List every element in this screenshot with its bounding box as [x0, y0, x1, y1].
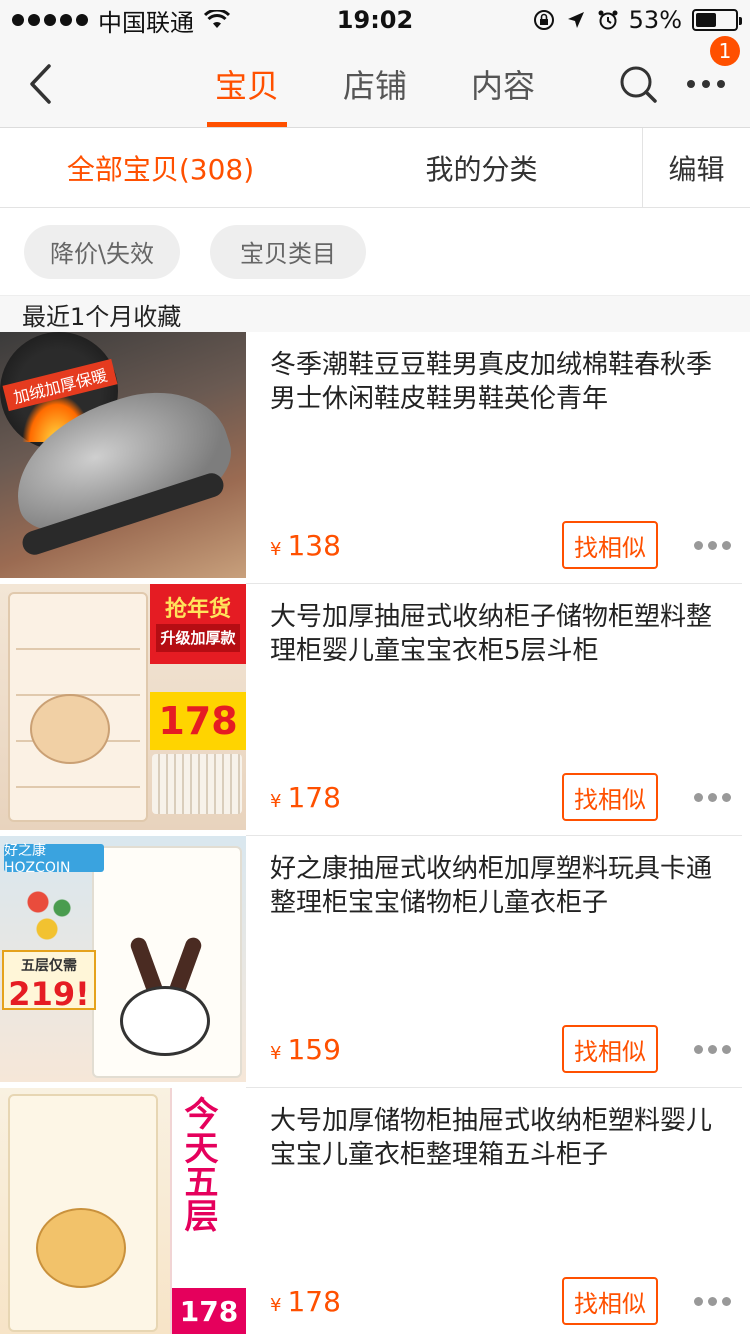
dot-icon [693, 540, 703, 550]
more-menu-button[interactable]: 1 [684, 35, 740, 106]
edit-button[interactable]: 编辑 [642, 128, 750, 207]
more-options-button[interactable] [682, 1044, 742, 1054]
product-title[interactable]: 好之康抽屉式收纳柜加厚塑料玩具卡通整理柜宝宝储物柜儿童衣柜子 [270, 852, 712, 922]
more-dots-icon [687, 79, 725, 88]
nav-bar: 宝贝 店铺 内容 1 [0, 35, 750, 128]
dot-icon [707, 1044, 717, 1054]
currency-symbol: ¥ [270, 1042, 282, 1064]
flowers-illustration [20, 884, 80, 944]
more-options-button[interactable] [682, 792, 742, 802]
find-similar-button[interactable]: 找相似 [562, 773, 658, 821]
back-button[interactable] [0, 40, 80, 127]
filter-bar: 降价\失效 宝贝类目 [0, 208, 750, 296]
product-image[interactable]: 加绒加厚保暖 [0, 332, 246, 578]
dot-icon [721, 540, 731, 550]
find-similar-button[interactable]: 找相似 [562, 1277, 658, 1325]
back-chevron-icon [30, 63, 51, 104]
promo-text: 219! [8, 975, 90, 1013]
promo-subtext: 升级加厚款 [156, 624, 240, 652]
dot-icon [721, 1044, 731, 1054]
carrier-name: 中国联通 [98, 8, 194, 37]
signal-strength-icon [12, 14, 88, 26]
status-bar: 中国联通 19:02 53% [0, 0, 750, 40]
promo-badge: 抢年货 升级加厚款 [150, 584, 246, 664]
bear-illustration [36, 1208, 126, 1288]
wifi-icon [204, 10, 230, 28]
promo-price-tag: 178 [150, 692, 246, 750]
dot-icon [707, 540, 717, 550]
dot-icon [721, 792, 731, 802]
search-icon [620, 66, 657, 103]
promo-text: 抢年货 [164, 597, 231, 622]
dot-icon [693, 1044, 703, 1054]
product-item[interactable]: 抢年货 升级加厚款 178 大号加厚抽屉式收纳柜子储物柜塑料整理柜婴儿童宝宝衣柜… [0, 584, 750, 836]
notification-badge: 1 [710, 35, 740, 66]
sub-tab-all-items[interactable]: 全部宝贝(308) [0, 128, 321, 207]
dot-icon [721, 1296, 731, 1306]
product-price: 159 [287, 1032, 341, 1066]
dot-icon [693, 792, 703, 802]
product-image[interactable]: 好之康 HOZCOIN 五层仅需 219! [0, 836, 246, 1082]
alarm-icon [598, 10, 618, 30]
rotation-lock-icon [533, 10, 554, 30]
product-title[interactable]: 冬季潮鞋豆豆鞋男真皮加绒棉鞋春秋季男士休闲鞋皮鞋男鞋英伦青年 [270, 348, 712, 418]
tab-content[interactable]: 内容 [463, 40, 543, 127]
currency-symbol: ¥ [270, 1294, 282, 1316]
product-price: 178 [287, 1284, 341, 1318]
more-options-button[interactable] [682, 540, 742, 550]
battery-icon [692, 9, 742, 31]
find-similar-button[interactable]: 找相似 [562, 521, 658, 569]
location-arrow-icon [567, 12, 584, 28]
more-options-button[interactable] [682, 1296, 742, 1306]
battery-percent: 53% [628, 6, 682, 34]
bear-illustration [30, 694, 110, 764]
section-title: 最近1个月收藏 [0, 296, 750, 332]
sub-tab-my-categories[interactable]: 我的分类 [321, 128, 642, 207]
dot-icon [693, 1296, 703, 1306]
search-button[interactable] [616, 62, 660, 106]
basket-shape [152, 754, 242, 814]
promo-banner: 今天五层 178 [170, 1088, 246, 1334]
filter-price-drop-invalid[interactable]: 降价\失效 [24, 224, 180, 279]
product-price: 178 [287, 780, 341, 814]
currency-symbol: ¥ [270, 538, 282, 560]
tab-items[interactable]: 宝贝 [206, 40, 287, 127]
dot-icon [707, 792, 717, 802]
product-item[interactable]: 好之康 HOZCOIN 五层仅需 219! 好之康抽屉式收纳柜加厚塑料玩具卡通整… [0, 836, 750, 1088]
find-similar-button[interactable]: 找相似 [562, 1025, 658, 1073]
promo-price-tag: 五层仅需 219! [2, 950, 96, 1010]
product-image[interactable]: 抢年货 升级加厚款 178 [0, 584, 246, 830]
dot-icon [707, 1296, 717, 1306]
currency-symbol: ¥ [270, 790, 282, 812]
product-image[interactable]: 今天五层 178 [0, 1088, 246, 1334]
product-item[interactable]: 加绒加厚保暖 冬季潮鞋豆豆鞋男真皮加绒棉鞋春秋季男士休闲鞋皮鞋男鞋英伦青年 ¥ … [0, 332, 750, 584]
product-list: 加绒加厚保暖 冬季潮鞋豆豆鞋男真皮加绒棉鞋春秋季男士休闲鞋皮鞋男鞋英伦青年 ¥ … [0, 332, 750, 1334]
tab-stores[interactable]: 店铺 [335, 40, 415, 127]
filter-item-category[interactable]: 宝贝类目 [210, 224, 366, 279]
bunny-illustration [120, 986, 210, 1056]
product-title[interactable]: 大号加厚储物柜抽屉式收纳柜塑料婴儿宝宝儿童衣柜整理箱五斗柜子 [270, 1104, 712, 1174]
promo-text: 今天五层 [178, 1096, 218, 1232]
product-title[interactable]: 大号加厚抽屉式收纳柜子储物柜塑料整理柜婴儿童宝宝衣柜5层斗柜 [270, 600, 712, 670]
product-price: 138 [287, 528, 341, 562]
sub-tabs: 全部宝贝(308) 我的分类 编辑 [0, 128, 750, 208]
promo-price-tag: 178 [172, 1288, 246, 1334]
brand-logo: 好之康 HOZCOIN [4, 843, 104, 876]
product-item[interactable]: 今天五层 178 大号加厚储物柜抽屉式收纳柜塑料婴儿宝宝儿童衣柜整理箱五斗柜子 … [0, 1088, 750, 1334]
